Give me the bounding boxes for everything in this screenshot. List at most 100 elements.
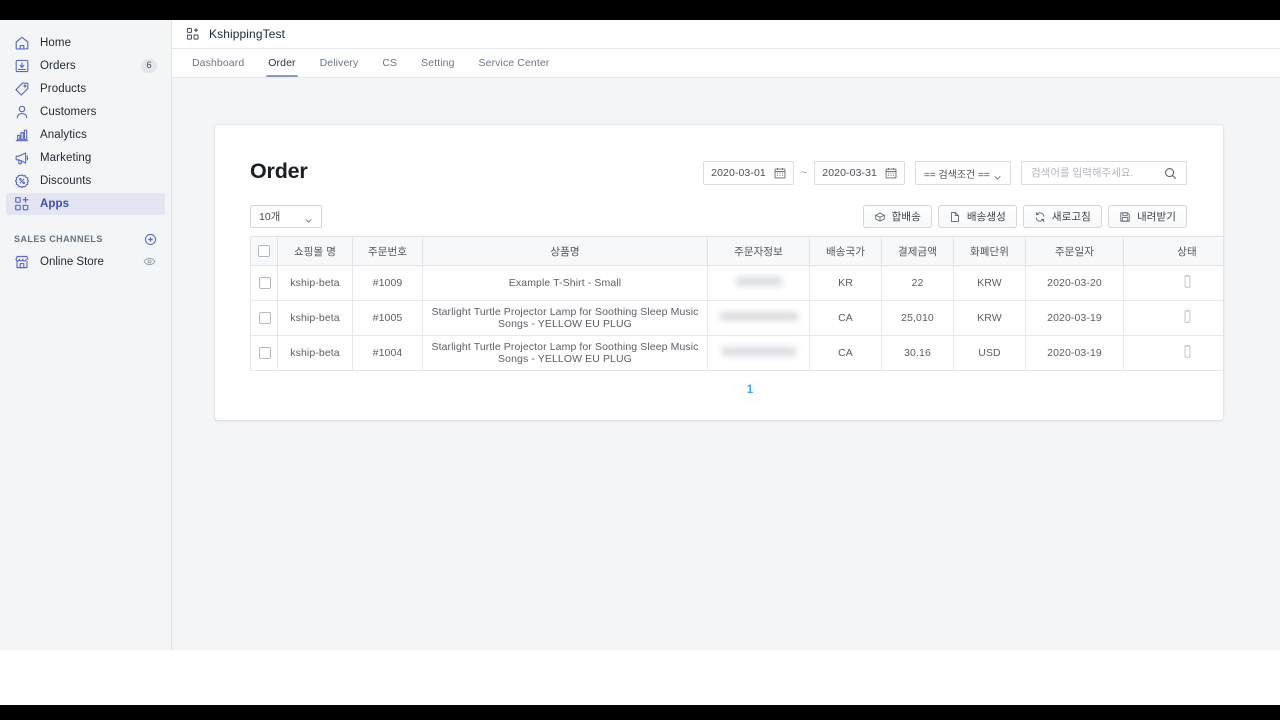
sidebar-item-apps[interactable]: Apps xyxy=(6,193,165,215)
orders-inbox-icon xyxy=(14,58,30,74)
action-buttons: 합배송 배송생성 새로고침 내려받기 xyxy=(857,205,1187,228)
sidebar-item-customers[interactable]: Customers xyxy=(6,101,165,123)
sidebar-item-home[interactable]: Home xyxy=(6,32,165,54)
sidebar-item-discounts[interactable]: Discounts xyxy=(6,170,165,192)
table-row[interactable]: kship-beta #1009 Example T-Shirt - Small KR… xyxy=(250,265,1223,301)
app-tabs: Dashboard Order Delivery CS Setting Service C… xyxy=(172,49,1280,78)
cell-orderer xyxy=(707,265,810,301)
pagination-page-1[interactable]: 1 xyxy=(747,384,753,396)
table-header-label: 상품명 xyxy=(550,245,580,258)
page-size-select[interactable]: 10개 xyxy=(250,205,322,228)
refresh-icon xyxy=(1034,211,1046,223)
top-chrome-bar xyxy=(0,0,1280,20)
tab-setting[interactable]: Setting xyxy=(409,49,466,77)
cell-order-no: #1004 xyxy=(352,335,423,371)
action-button-download-save[interactable]: 내려받기 xyxy=(1107,205,1187,228)
row-checkbox[interactable] xyxy=(259,277,271,290)
tag-icon[interactable] xyxy=(1182,345,1193,358)
redacted-orderer-info xyxy=(735,277,782,286)
date-from-value: 2020-03-01 xyxy=(711,167,766,179)
chevron-down-icon xyxy=(993,169,1002,180)
analytics-bar-chart-icon xyxy=(14,127,30,143)
tab-dashboard[interactable]: Dashboard xyxy=(180,49,256,77)
search-icon[interactable] xyxy=(1164,167,1177,180)
tab-label: Dashboard xyxy=(192,57,245,69)
sidebar-item-analytics[interactable]: Analytics xyxy=(6,124,165,146)
date-to-value: 2020-03-31 xyxy=(822,167,877,179)
pagination: 1 xyxy=(250,380,1223,398)
cell-country: KR xyxy=(809,265,882,301)
cell-mall: kship-beta xyxy=(277,265,353,301)
table-header-order_no: 주문번호 xyxy=(352,236,423,266)
sales-channels-title: SALES CHANNELS xyxy=(14,234,103,244)
sidebar-channel-online-store[interactable]: Online Store xyxy=(6,251,165,273)
cell-mall: kship-beta xyxy=(277,300,353,336)
row-checkbox[interactable] xyxy=(259,347,271,360)
tab-label: Order xyxy=(268,57,296,69)
order-table: 쇼핑몰 명 주문번호 상품명 주문자정보 배송국가 결제금액 화폐단위 주문일자 상태 kshi… xyxy=(250,236,1223,371)
table-header-label: 주문번호 xyxy=(367,245,408,258)
chevron-down-icon xyxy=(304,212,313,223)
search-box[interactable] xyxy=(1021,161,1187,185)
sidebar-item-products[interactable]: Products xyxy=(6,78,165,100)
table-header-label: 배송국가 xyxy=(825,245,866,258)
table-header-label: 화폐단위 xyxy=(969,245,1010,258)
merge-shipping-icon xyxy=(874,211,886,223)
marketing-megaphone-icon xyxy=(14,150,30,166)
table-header-label: 쇼핑몰 명 xyxy=(293,245,337,258)
table-header-order_date: 주문일자 xyxy=(1025,236,1124,266)
tag-icon[interactable] xyxy=(1182,275,1193,288)
tab-order[interactable]: Order xyxy=(256,49,307,77)
row-select-cell xyxy=(250,300,278,336)
eye-icon[interactable] xyxy=(143,255,156,268)
select-all-checkbox[interactable] xyxy=(258,245,270,258)
cell-amount: 22 xyxy=(881,265,954,301)
cell-order-date: 2020-03-20 xyxy=(1025,265,1124,301)
table-body: kship-beta #1009 Example T-Shirt - Small KR… xyxy=(250,265,1223,371)
sidebar-item-marketing[interactable]: Marketing xyxy=(6,147,165,169)
cell-order-no: #1005 xyxy=(352,300,423,336)
date-from-field[interactable]: 2020-03-01 xyxy=(703,161,794,185)
action-button-refresh[interactable]: 새로고침 xyxy=(1022,205,1102,228)
sidebar-item-orders[interactable]: Orders 6 xyxy=(6,55,165,77)
search-condition-select[interactable]: == 검색조건 == xyxy=(915,161,1011,185)
table-header-status: 상태 xyxy=(1123,236,1223,266)
apps-grid-plus-icon xyxy=(14,196,30,212)
cell-order-date: 2020-03-19 xyxy=(1025,300,1124,336)
online-store-icon xyxy=(14,254,30,270)
calendar-icon[interactable] xyxy=(885,167,897,179)
sidebar-item-label: Discounts xyxy=(40,175,92,187)
action-button-label: 배송생성 xyxy=(966,211,1006,223)
date-range-separator: ~ xyxy=(800,167,808,179)
tag-icon[interactable] xyxy=(1182,310,1193,323)
cell-status xyxy=(1123,265,1223,301)
plus-circle-icon[interactable] xyxy=(144,233,157,246)
row-select-cell xyxy=(250,265,278,301)
action-button-create-shipping-doc[interactable]: 배송생성 xyxy=(937,205,1017,228)
customers-person-icon xyxy=(14,104,30,120)
cell-amount: 25,010 xyxy=(881,300,954,336)
table-row[interactable]: kship-beta #1005 Starlight Turtle Projecto… xyxy=(250,300,1223,336)
tab-service-center[interactable]: Service Center xyxy=(467,49,562,77)
order-table-wrap: 쇼핑몰 명 주문번호 상품명 주문자정보 배송국가 결제금액 화폐단위 주문일자 상태 kshi… xyxy=(250,236,1223,398)
cell-amount: 30.16 xyxy=(881,335,954,371)
search-input[interactable] xyxy=(1031,167,1163,179)
sidebar-item-label: Marketing xyxy=(40,152,92,164)
app-title: KshippingTest xyxy=(209,27,286,41)
row-checkbox[interactable] xyxy=(259,312,271,325)
tab-cs[interactable]: CS xyxy=(370,49,409,77)
tab-delivery[interactable]: Delivery xyxy=(308,49,371,77)
sidebar-item-label: Home xyxy=(40,37,72,49)
action-button-merge-shipping[interactable]: 합배송 xyxy=(862,205,932,228)
table-header-label: 상태 xyxy=(1177,245,1197,258)
sidebar-item-label: Customers xyxy=(40,106,97,118)
cell-product: Example T-Shirt - Small xyxy=(422,265,708,301)
filter-bar: 2020-03-01 ~ 2020-03-31 == 검색조건 == 검색어를 … xyxy=(703,161,1187,185)
date-to-field[interactable]: 2020-03-31 xyxy=(814,161,905,185)
calendar-icon[interactable] xyxy=(774,167,786,179)
create-shipping-doc-icon xyxy=(949,211,961,223)
app-shell: Home Orders 6 Products Customers Analytics Mar… xyxy=(0,20,1280,650)
redacted-orderer-info xyxy=(721,347,796,356)
sidebar-item-label: Analytics xyxy=(40,129,87,141)
table-row[interactable]: kship-beta #1004 Starlight Turtle Projecto… xyxy=(250,335,1223,371)
